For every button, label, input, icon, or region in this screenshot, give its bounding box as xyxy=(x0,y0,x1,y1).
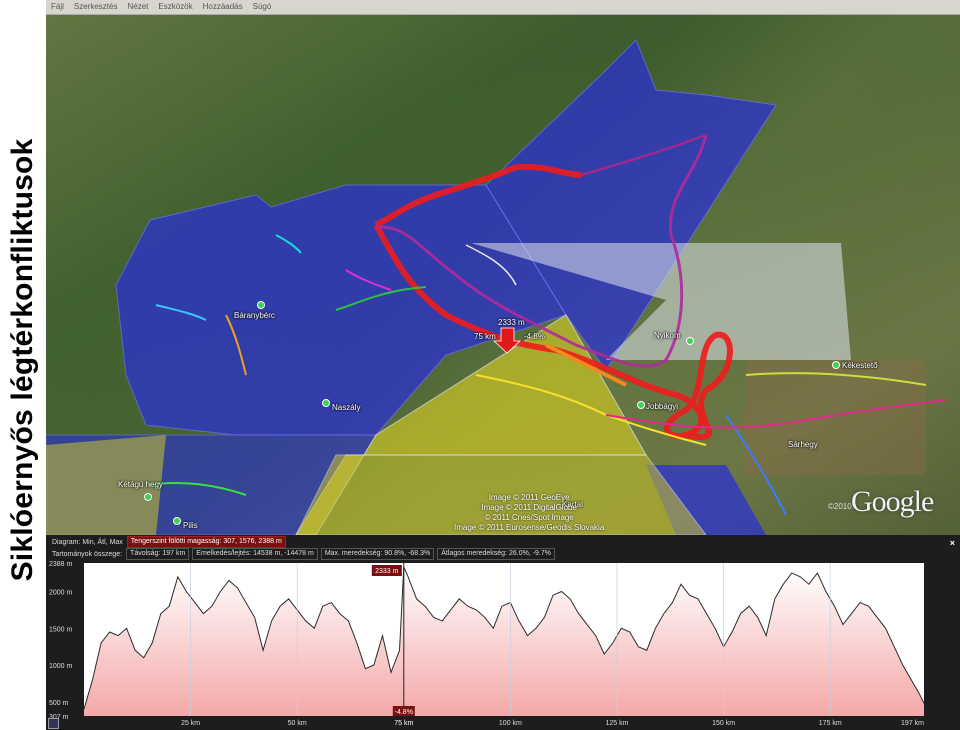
x-tick-label: 150 km xyxy=(712,720,735,727)
x-tick-label: 175 km xyxy=(819,720,842,727)
marker-jobbagyi-icon[interactable] xyxy=(637,401,645,409)
label-sarhegy: Sárhegy xyxy=(788,440,818,449)
map-cursor-slope: -4.8% xyxy=(524,332,545,341)
menu-tools[interactable]: Eszközök xyxy=(153,0,197,14)
x-tick-label: 25 km xyxy=(181,720,200,727)
profile-options-icon[interactable] xyxy=(48,718,59,729)
copyright-line: © 2011 Cnes/Spot Image xyxy=(484,513,574,522)
map-overlay xyxy=(46,15,960,535)
copyright-line: Image © 2011 DigitalGlobe xyxy=(481,503,577,512)
year-label: ©2010 xyxy=(828,502,852,511)
y-tick-label: 500 m xyxy=(49,700,69,707)
x-tick-label: 50 km xyxy=(288,720,307,727)
cursor-slope-label: -4.8% xyxy=(395,709,413,716)
menu-view[interactable]: Nézet xyxy=(122,0,153,14)
x-tick-label: 125 km xyxy=(606,720,629,727)
marker-kekesteto-icon[interactable] xyxy=(832,361,840,369)
google-logo: Google xyxy=(851,485,934,518)
google-earth-window: Fájl Szerkesztés Nézet Eszközök Hozzáadá… xyxy=(46,0,960,730)
label-pilis: Pilis xyxy=(183,521,198,530)
label-jobbagyi: Jobbágyi xyxy=(646,402,679,411)
x-tick-label: 100 km xyxy=(499,720,522,727)
copyright-line: Image © 2011 Eurosense/Geodis Slovakia xyxy=(454,523,605,532)
elevation-profile-panel: Diagram: Min, Átl, Max Tengerszint fölöt… xyxy=(46,535,960,730)
y-tick-label: 2388 m xyxy=(49,561,73,568)
label-kekesteto: Kékestető xyxy=(842,361,878,370)
x-tick-label: 75 km xyxy=(394,720,413,727)
marker-nyikom-icon[interactable] xyxy=(686,337,694,345)
map-cursor-distance: 75 km xyxy=(474,332,496,341)
marker-pilis-icon[interactable] xyxy=(173,517,181,525)
elevation-chart[interactable]: 25 km 50 km 75 km 100 km 125 km 150 km 175 km 1… xyxy=(46,535,960,730)
y-tick-label: 2000 m xyxy=(49,590,73,597)
marker-baranyberc-icon[interactable] xyxy=(257,301,265,309)
label-naszaly: Naszály xyxy=(332,403,361,412)
marker-ketagu-icon[interactable] xyxy=(144,493,152,501)
map-cursor-altitude: 2333 m xyxy=(498,318,525,327)
menu-add[interactable]: Hozzáadás xyxy=(198,0,248,14)
label-baranyberc: Báranybérc xyxy=(234,311,275,320)
airspace-brown-zone[interactable] xyxy=(746,360,926,475)
x-tick-label: 197 km xyxy=(901,720,924,727)
menu-file[interactable]: Fájl xyxy=(46,0,69,14)
label-nyikom: Nyikom xyxy=(654,331,681,340)
label-ketagu: Kétágú hegy xyxy=(118,480,163,489)
menu-help[interactable]: Súgó xyxy=(248,0,277,14)
map-view[interactable]: Báranybérc Naszály Kétágú hegy Pilis Nyi… xyxy=(46,15,960,535)
side-title: Siklóernyős légtérkonfliktusok xyxy=(6,138,39,582)
y-tick-label: 1000 m xyxy=(49,663,73,670)
cursor-altitude-label: 2333 m xyxy=(375,568,399,575)
y-tick-label: 1500 m xyxy=(49,626,73,633)
copyright-line: Image © 2011 GeoEye xyxy=(488,493,570,502)
marker-naszaly-icon[interactable] xyxy=(322,399,330,407)
side-title-panel: Siklóernyős légtérkonfliktusok xyxy=(0,0,46,730)
menu-edit[interactable]: Szerkesztés xyxy=(69,0,123,14)
imagery-copyright: Image © 2011 GeoEye Image © 2011 Digital… xyxy=(454,493,604,533)
menu-bar: Fájl Szerkesztés Nézet Eszközök Hozzáadá… xyxy=(46,0,960,15)
